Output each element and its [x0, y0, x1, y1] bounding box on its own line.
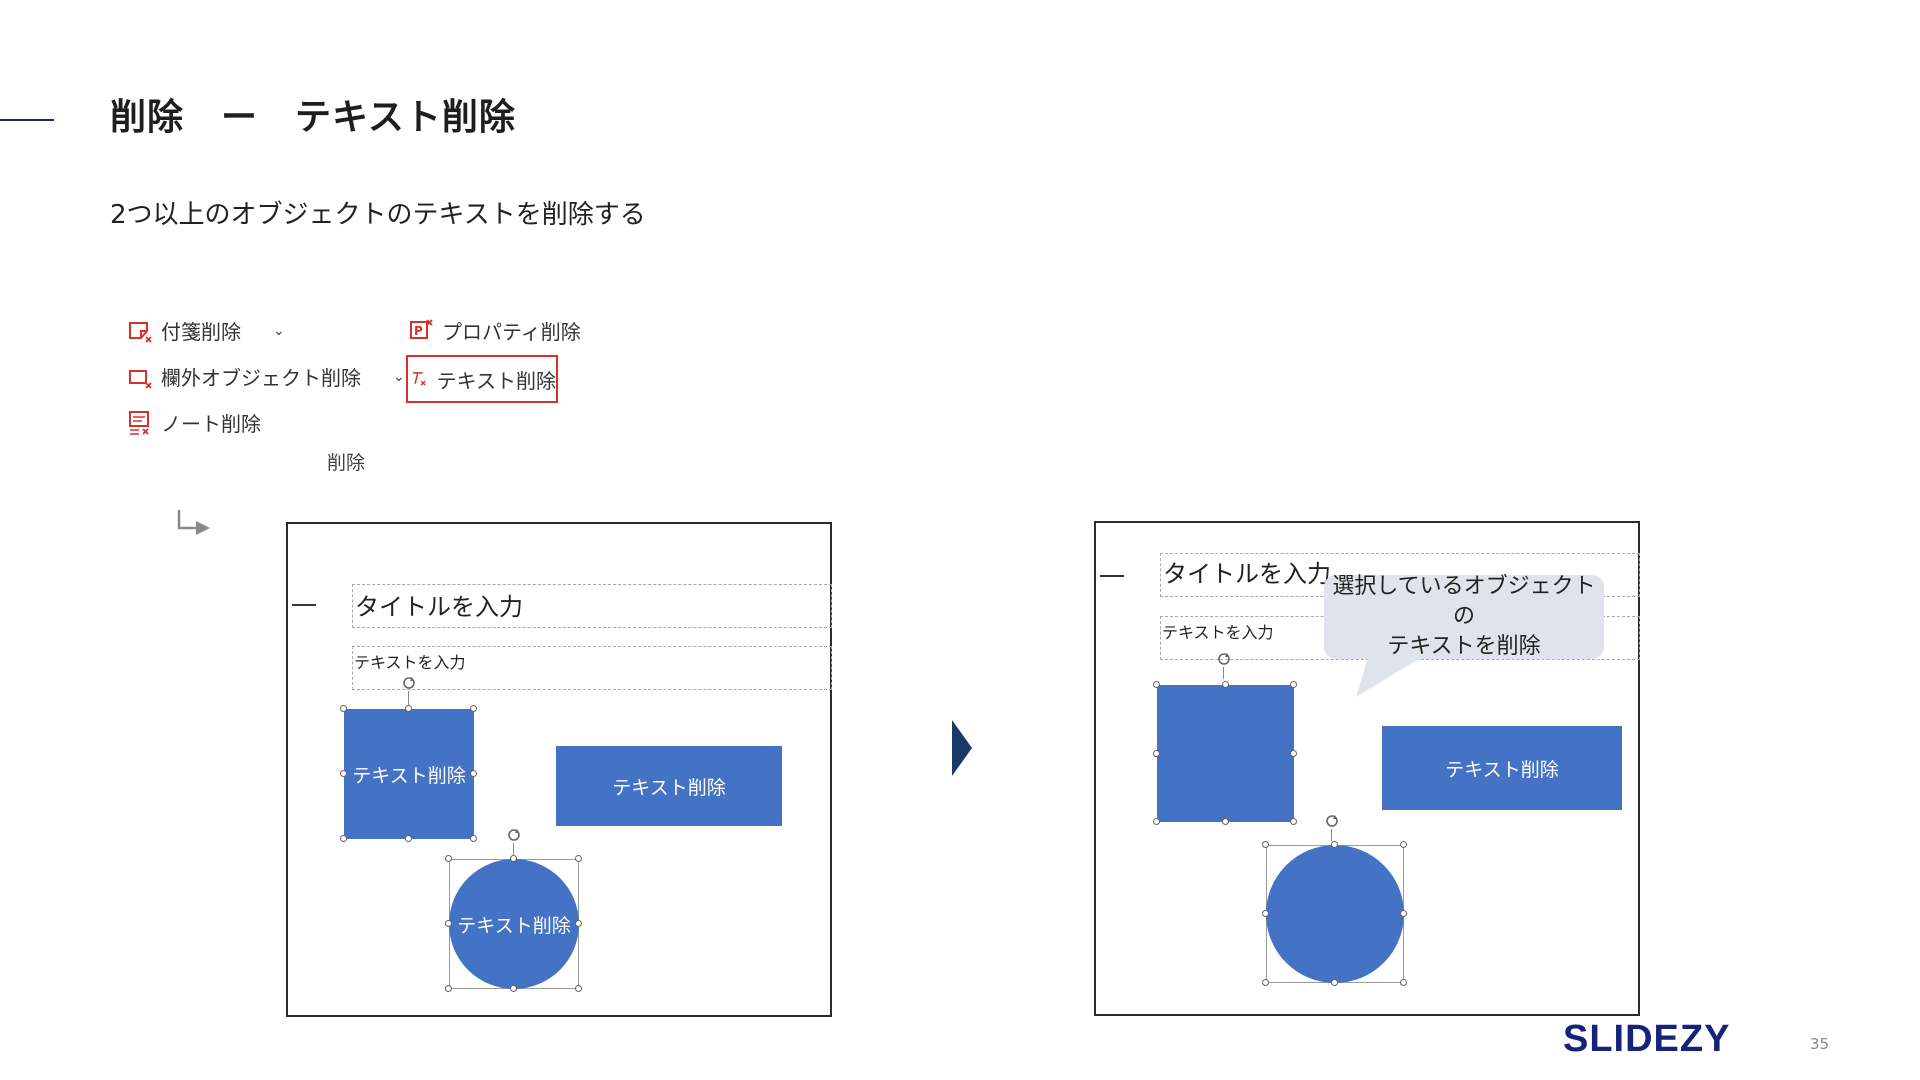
circle-shape[interactable]: テキスト削除: [449, 859, 579, 989]
page-number: 35: [1810, 1035, 1830, 1053]
resize-handle[interactable]: [1222, 818, 1229, 825]
resize-handle[interactable]: [1262, 841, 1269, 848]
svg-text:P: P: [414, 324, 423, 338]
sticky-delete-button[interactable]: 付箋削除 ⌄: [127, 316, 285, 345]
resize-handle[interactable]: [445, 855, 452, 862]
resize-handle[interactable]: [510, 855, 517, 862]
title-accent-line: [0, 119, 54, 121]
chevron-right-icon: [952, 720, 972, 776]
resize-handle[interactable]: [1331, 841, 1338, 848]
resize-handle[interactable]: [405, 835, 412, 842]
rectangle-shape[interactable]: テキスト削除: [556, 746, 782, 826]
resize-handle[interactable]: [340, 770, 347, 777]
rotate-handle-icon[interactable]: [401, 675, 417, 691]
resize-handle[interactable]: [470, 835, 477, 842]
square-shape[interactable]: [1157, 685, 1294, 822]
resize-handle[interactable]: [445, 920, 452, 927]
rotate-stem: [408, 691, 409, 705]
rotate-handle-icon[interactable]: [1324, 813, 1340, 829]
slidezy-logo: SLIDEZY: [1563, 1018, 1731, 1060]
resize-handle[interactable]: [1262, 910, 1269, 917]
resize-handle[interactable]: [470, 705, 477, 712]
rotate-stem: [1223, 667, 1224, 679]
notes-delete-button[interactable]: ノート削除: [127, 408, 261, 437]
rotate-handle-icon[interactable]: [1216, 651, 1232, 667]
resize-handle[interactable]: [1222, 681, 1229, 688]
resize-handle[interactable]: [1331, 979, 1338, 986]
mini-title-line: [292, 604, 316, 606]
rectangle-shape[interactable]: テキスト削除: [1382, 726, 1622, 810]
property-delete-icon: P: [410, 318, 433, 339]
property-delete-button[interactable]: P プロパティ削除: [408, 316, 581, 345]
after-slide-frame: タイトルを入力 テキストを入力 選択しているオブジェクトの テキストを削除 テキ…: [1094, 521, 1640, 1016]
corner-arrow-icon: [177, 510, 210, 535]
circle-shape[interactable]: [1266, 845, 1404, 983]
resize-handle[interactable]: [1153, 681, 1160, 688]
sticky-delete-label: 付箋削除: [161, 320, 241, 344]
title-placeholder-text: タイトルを入力: [1163, 560, 1331, 588]
chevron-down-icon[interactable]: ⌄: [393, 369, 405, 385]
page-title: 削除 ー テキスト削除: [110, 97, 516, 138]
ribbon-group-label: 削除: [327, 452, 366, 474]
notes-delete-icon: [129, 410, 149, 435]
property-delete-label: プロパティ削除: [442, 320, 581, 344]
rotate-handle-icon[interactable]: [506, 827, 522, 843]
title-placeholder-text: タイトルを入力: [355, 593, 523, 621]
rotate-stem: [513, 843, 514, 855]
resize-handle[interactable]: [1153, 750, 1160, 757]
outside-objects-delete-button[interactable]: 欄外オブジェクト削除 ⌄: [127, 362, 405, 391]
resize-handle[interactable]: [1400, 910, 1407, 917]
resize-handle[interactable]: [1400, 979, 1407, 986]
resize-handle[interactable]: [575, 985, 582, 992]
resize-handle[interactable]: [575, 920, 582, 927]
text-delete-label: テキスト削除: [436, 368, 556, 393]
resize-handle[interactable]: [1262, 979, 1269, 986]
chevron-down-icon[interactable]: ⌄: [273, 323, 285, 339]
text-clear-format-icon: [413, 372, 426, 386]
rotate-stem: [1331, 829, 1332, 841]
page-subtitle: 2つ以上のオブジェクトのテキストを削除する: [110, 200, 646, 230]
resize-handle[interactable]: [1400, 841, 1407, 848]
resize-handle[interactable]: [340, 835, 347, 842]
sticky-note-delete-icon: [129, 321, 152, 343]
resize-handle[interactable]: [575, 855, 582, 862]
text-placeholder[interactable]: テキストを入力: [352, 646, 832, 690]
resize-handle[interactable]: [445, 985, 452, 992]
square-shape[interactable]: テキスト削除: [344, 709, 474, 839]
resize-handle[interactable]: [340, 705, 347, 712]
text-delete-button[interactable]: テキスト削除: [406, 355, 558, 403]
callout-line-1: 選択しているオブジェクトの: [1332, 574, 1596, 629]
callout-tail: [1356, 657, 1422, 697]
text-placeholder-text: テキストを入力: [354, 653, 466, 672]
text-placeholder-text: テキストを入力: [1162, 623, 1274, 642]
resize-handle[interactable]: [1290, 681, 1297, 688]
before-slide-frame: タイトルを入力 テキストを入力 テキスト削除 テキスト削除 テキスト削除: [286, 522, 832, 1017]
resize-handle[interactable]: [470, 770, 477, 777]
resize-handle[interactable]: [1153, 818, 1160, 825]
title-placeholder[interactable]: タイトルを入力: [352, 584, 832, 628]
resize-handle[interactable]: [1290, 750, 1297, 757]
resize-handle[interactable]: [405, 705, 412, 712]
callout-bubble: 選択しているオブジェクトの テキストを削除: [1324, 574, 1604, 659]
notes-delete-label: ノート削除: [161, 412, 261, 436]
outside-object-delete-icon: [129, 369, 152, 389]
resize-handle[interactable]: [1290, 818, 1297, 825]
mini-title-line: [1100, 575, 1124, 577]
outside-objects-delete-label: 欄外オブジェクト削除: [161, 366, 361, 390]
resize-handle[interactable]: [510, 985, 517, 992]
